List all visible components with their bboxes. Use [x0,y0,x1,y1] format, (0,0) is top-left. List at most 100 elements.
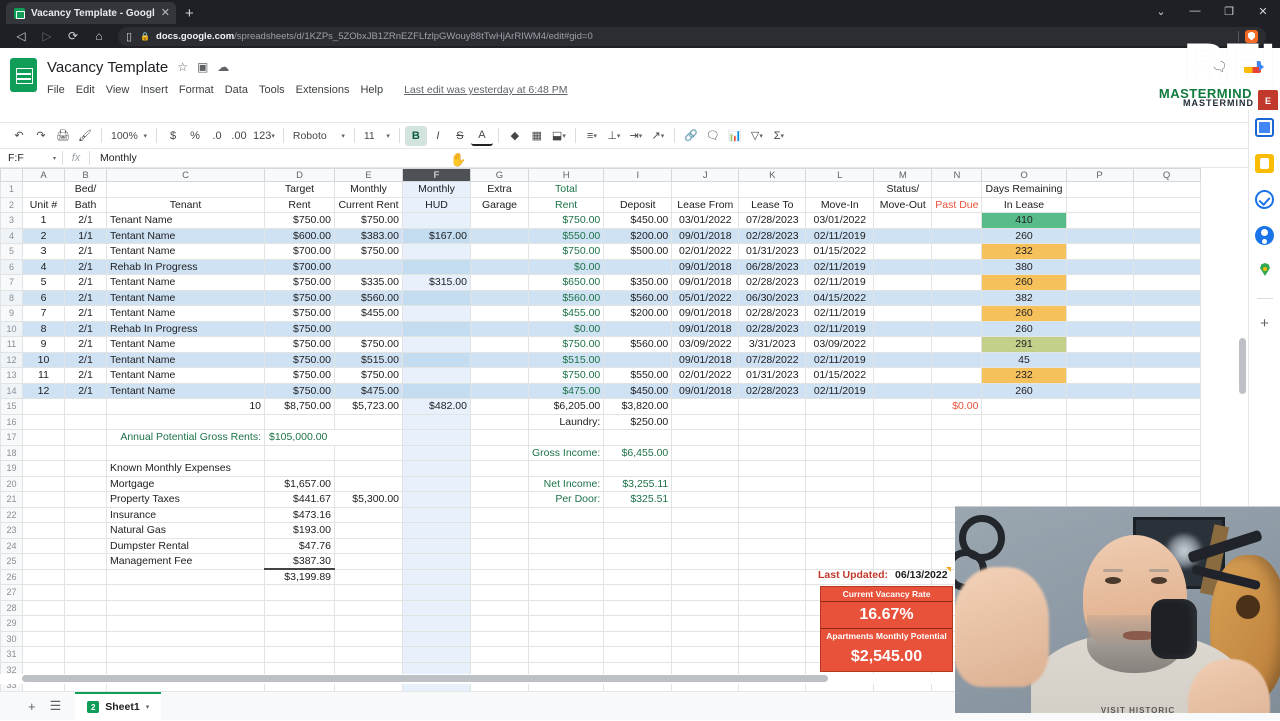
cell-empty[interactable] [471,647,529,663]
cell-empty[interactable] [335,647,403,663]
cell-J1[interactable] [672,182,739,198]
cell-extra-garage[interactable] [471,259,529,275]
cell-G1[interactable]: Extra [471,182,529,198]
cell-move-in[interactable]: 02/11/2019 [806,275,874,291]
col-header-A[interactable]: A [23,169,65,182]
summary-row[interactable]: 21Property Taxes$441.67$5,300.00Per Door… [1,492,1201,508]
cell-empty[interactable] [604,554,672,570]
cell-P2[interactable] [1066,197,1133,213]
cell-K2[interactable]: Lease To [739,197,806,213]
cell-bath[interactable]: 2/1 [65,368,107,384]
cell-empty[interactable] [471,616,529,632]
cell-B2[interactable]: Bath [65,197,107,213]
cell-Q2[interactable] [1133,197,1200,213]
cell-empty[interactable] [806,538,874,554]
cell-monthly-hud[interactable] [403,352,471,368]
cell-empty[interactable] [739,492,806,508]
vertical-align-icon[interactable]: ⊥▾ [603,126,625,146]
cell-empty[interactable] [806,507,874,523]
col-header-M[interactable]: M [874,169,932,182]
cell-empty[interactable] [604,616,672,632]
cell-empty[interactable] [265,414,335,430]
insert-link-icon[interactable]: 🔗 [680,126,702,146]
browser-tab[interactable]: Vacancy Template - Google Sheet ✕ [6,2,176,24]
cell-A15[interactable] [23,399,65,415]
cell-P[interactable] [1066,244,1133,260]
cell-empty[interactable] [1133,476,1200,492]
star-icon[interactable]: ☆ [177,60,188,74]
cell-total-target[interactable]: $8,750.00 [265,399,335,415]
cell-N1[interactable] [932,182,982,198]
cell-past-due[interactable] [932,337,982,353]
cell-empty[interactable] [739,600,806,616]
menu-edit[interactable]: Edit [76,84,95,96]
escrow-value[interactable]: $5,300.00 [335,492,403,508]
cell-M15[interactable] [874,399,932,415]
cell-Q15[interactable] [1133,399,1200,415]
cell-empty[interactable] [23,600,65,616]
merge-cells-icon[interactable]: ⬓▾ [548,126,570,146]
cell-empty[interactable] [265,616,335,632]
expense-name[interactable]: Insurance [107,507,265,523]
expense-amount[interactable]: $441.67 [265,492,335,508]
cell-empty[interactable] [672,492,739,508]
cell-Q1[interactable] [1133,182,1200,198]
cell-empty[interactable] [107,631,265,647]
expense-name[interactable]: Dumpster Rental [107,538,265,554]
cell-past-due[interactable] [932,321,982,337]
col-header-N[interactable]: N [932,169,982,182]
cell-empty[interactable] [23,631,65,647]
percent-format-icon[interactable]: % [184,126,206,146]
table-row[interactable]: 13112/1Tentant Name$750.00$750.00$750.00… [1,368,1201,384]
col-header-I[interactable]: I [604,169,672,182]
cell-bath[interactable]: 2/1 [65,337,107,353]
cell-empty[interactable] [874,507,932,523]
add-addon-button[interactable]: + [1260,316,1269,331]
cell-F16[interactable] [403,414,471,430]
cell-tenant[interactable]: Tentant Name [107,290,265,306]
cell-empty[interactable] [1066,430,1133,446]
col-header-L[interactable]: L [806,169,874,182]
cell-past-due[interactable] [932,228,982,244]
cell-empty[interactable] [335,523,403,539]
cell-empty[interactable] [672,430,739,446]
cell-empty[interactable] [1066,445,1133,461]
cell-M2[interactable]: Move-Out [874,197,932,213]
cell-empty[interactable] [672,569,739,585]
cell-empty[interactable] [672,554,739,570]
cell-P[interactable] [1066,259,1133,275]
cell-status[interactable] [874,290,932,306]
google-sheets-logo-icon[interactable] [10,58,37,92]
cell-empty[interactable] [335,538,403,554]
cell-tenant[interactable]: Tentant Name [107,383,265,399]
cell-unit[interactable]: 4 [23,259,65,275]
cell-monthly-hud[interactable] [403,306,471,322]
cell-empty[interactable] [982,430,1066,446]
cell-status[interactable] [874,337,932,353]
col-header-E[interactable]: E [335,169,403,182]
cell-status[interactable] [874,244,932,260]
cell-empty[interactable] [604,461,672,477]
cell-O15[interactable] [982,399,1066,415]
cell-extra-garage[interactable] [471,337,529,353]
cell-deposit[interactable] [604,321,672,337]
cell-P[interactable] [1066,352,1133,368]
cell-empty[interactable] [739,476,806,492]
cell-current-rent[interactable]: $560.00 [335,290,403,306]
cell-empty[interactable] [672,616,739,632]
cell-empty[interactable] [672,631,739,647]
col-header-P[interactable]: P [1066,169,1133,182]
cell-O2[interactable]: In Lease [982,197,1066,213]
cell-current-rent[interactable] [335,259,403,275]
cell-days-remaining[interactable]: 260 [982,228,1066,244]
row-header[interactable]: 9 [1,306,23,322]
expense-amount[interactable]: $473.16 [265,507,335,523]
all-sheets-button[interactable]: ☰ [50,698,62,714]
text-wrap-icon[interactable]: ⇥▾ [625,126,647,146]
row-header[interactable]: 15 [1,399,23,415]
row-header[interactable]: 22 [1,507,23,523]
cell-empty[interactable] [265,600,335,616]
cell-target-rent[interactable]: $750.00 [265,321,335,337]
expenses-total[interactable]: $3,199.89 [265,569,335,585]
cell-empty[interactable] [335,631,403,647]
